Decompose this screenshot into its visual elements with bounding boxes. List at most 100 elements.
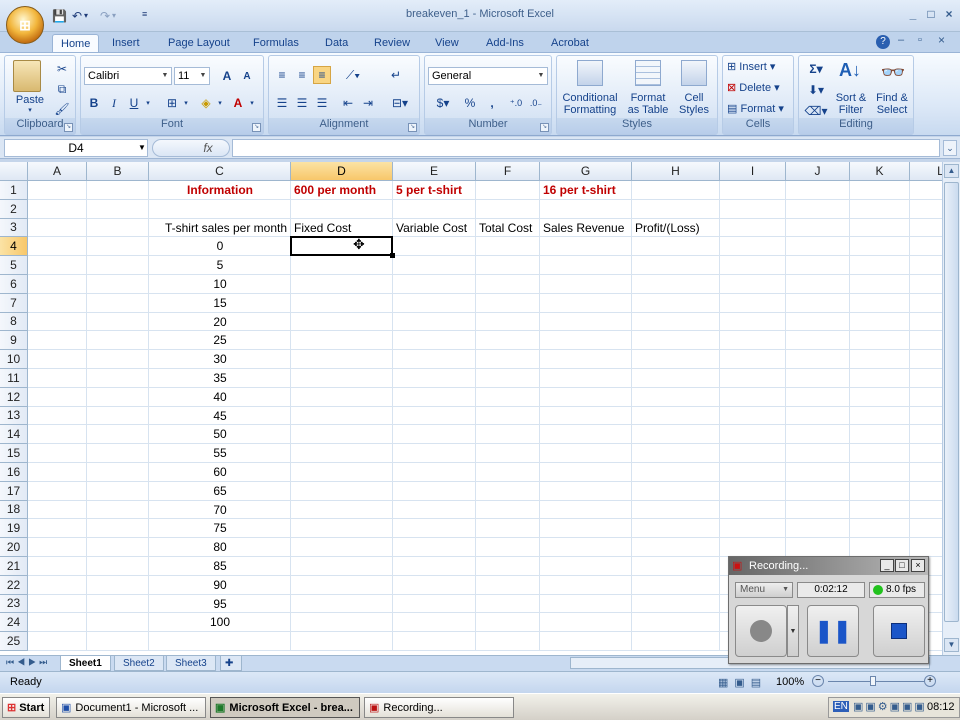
row-header-25[interactable]: 25	[0, 632, 28, 651]
tab-page-layout[interactable]: Page Layout	[160, 34, 238, 52]
row-header-14[interactable]: 14	[0, 425, 28, 445]
cell-c6[interactable]: 10	[149, 275, 291, 294]
row-header-9[interactable]: 9	[0, 331, 28, 351]
column-header-a[interactable]: A	[28, 162, 87, 181]
save-icon[interactable]: 💾	[52, 9, 68, 23]
column-header-e[interactable]: E	[393, 162, 476, 181]
align-middle-icon[interactable]: ≡	[293, 66, 311, 84]
paste-button[interactable]: Paste	[7, 94, 53, 106]
zoom-slider[interactable]	[828, 681, 924, 682]
autosum-button[interactable]: Σ ▾	[803, 60, 829, 78]
fill-handle[interactable]	[390, 253, 395, 259]
find-select-line1[interactable]: Find &	[871, 92, 913, 104]
row-header-17[interactable]: 17	[0, 481, 28, 501]
zoom-slider-thumb[interactable]	[870, 676, 876, 686]
insert-function-button[interactable]: fx	[152, 139, 230, 157]
cell-c21[interactable]: 85	[149, 557, 291, 576]
format-painter-icon[interactable]: 🖌	[53, 100, 71, 118]
cell-c19[interactable]: 75	[149, 519, 291, 538]
tab-home[interactable]: Home	[52, 34, 100, 52]
number-format-combo[interactable]: General ▼	[428, 67, 548, 85]
pause-button[interactable]: ❚❚	[807, 605, 859, 657]
sort-filter-icon[interactable]: A↓	[837, 60, 863, 88]
column-header-j[interactable]: J	[786, 162, 850, 181]
formula-input[interactable]	[232, 139, 940, 157]
orientation-icon[interactable]: ⟋▾	[339, 66, 367, 84]
help-icon[interactable]: ?	[876, 35, 890, 49]
row-header-21[interactable]: 21	[0, 557, 28, 576]
close-button[interactable]: ×	[942, 7, 956, 21]
fill-dropdown-icon[interactable]: ▾	[215, 94, 225, 112]
conditional-formatting-line1[interactable]: Conditional	[557, 92, 623, 104]
cell-c20[interactable]: 80	[149, 538, 291, 557]
row-header-8[interactable]: 8	[0, 312, 28, 332]
start-button[interactable]: ⊞ Start	[2, 697, 50, 718]
italic-button[interactable]: I	[105, 94, 123, 112]
cell-c8[interactable]: 20	[149, 313, 291, 332]
tab-review[interactable]: Review	[366, 34, 418, 52]
office-button[interactable]: ⊞	[6, 6, 44, 44]
borders-icon[interactable]: ⊞	[163, 94, 181, 112]
sheet-tab-3[interactable]: Sheet3	[166, 656, 216, 671]
cell-c17[interactable]: 65	[149, 482, 291, 501]
insert-cells-button[interactable]: ⊞ Insert ▾	[727, 60, 791, 73]
comma-button[interactable]: ,	[483, 94, 501, 112]
cell-c13[interactable]: 45	[149, 407, 291, 426]
currency-icon[interactable]: $▾	[429, 94, 457, 112]
format-as-table-line1[interactable]: Format	[623, 92, 673, 104]
zoom-level[interactable]: 100%	[776, 676, 804, 688]
minimize-button[interactable]: _	[906, 7, 920, 21]
format-cells-button[interactable]: ▤ Format ▾	[727, 102, 791, 115]
tab-insert[interactable]: Insert	[104, 34, 148, 52]
column-header-b[interactable]: B	[87, 162, 149, 181]
cell-d1[interactable]: 600 per month	[294, 181, 376, 200]
number-launcher-icon[interactable]: ↘	[540, 123, 549, 132]
cell-c22[interactable]: 90	[149, 576, 291, 595]
underline-dropdown-icon[interactable]: ▾	[143, 94, 153, 112]
font-color-dropdown-icon[interactable]: ▾	[247, 94, 257, 112]
binoculars-icon[interactable]: 👓	[879, 60, 907, 88]
delete-cells-button[interactable]: ⊠ Delete ▾	[727, 81, 791, 94]
cell-c15[interactable]: 55	[149, 444, 291, 463]
shrink-font-button[interactable]: A	[238, 67, 256, 85]
underline-button[interactable]: U	[125, 94, 143, 112]
grow-font-button[interactable]: A	[218, 67, 236, 85]
undo-dropdown-icon[interactable]: ▾	[84, 11, 100, 25]
name-box-dropdown-icon[interactable]: ▼	[138, 143, 146, 152]
workbook-minimize-button[interactable]: –	[898, 34, 904, 46]
row-header-23[interactable]: 23	[0, 594, 28, 614]
font-size-combo[interactable]: 11 ▼	[174, 67, 210, 85]
column-header-d[interactable]: D	[291, 162, 393, 181]
name-box[interactable]: D4	[4, 139, 148, 157]
scroll-down-icon[interactable]: ▼	[944, 638, 959, 652]
record-button[interactable]	[735, 605, 787, 657]
clipboard-launcher-icon[interactable]: ↘	[64, 123, 73, 132]
row-header-4[interactable]: 4	[0, 237, 28, 257]
align-left-icon[interactable]: ☰	[273, 94, 291, 112]
increase-indent-icon[interactable]: ⇥	[359, 94, 377, 112]
cell-c24[interactable]: 100	[149, 613, 291, 632]
workbook-restore-button[interactable]: ▫	[918, 34, 922, 46]
merge-center-icon[interactable]: ⊟▾	[387, 94, 413, 112]
taskbar-item-word[interactable]: ▣ Document1 - Microsoft ...	[56, 697, 206, 718]
conditional-formatting-line2[interactable]: Formatting	[557, 104, 623, 116]
column-header-h[interactable]: H	[632, 162, 720, 181]
column-header-f[interactable]: F	[476, 162, 540, 181]
cell-c11[interactable]: 35	[149, 369, 291, 388]
recorder-minimize-button[interactable]: _	[880, 559, 894, 572]
decrease-indent-icon[interactable]: ⇤	[339, 94, 357, 112]
select-all-button[interactable]	[0, 162, 28, 181]
cell-c3[interactable]: T-shirt sales per month	[149, 219, 291, 238]
recorder-close-button[interactable]: ×	[911, 559, 925, 572]
cell-e1[interactable]: 5 per t-shirt	[396, 181, 462, 200]
cell-c12[interactable]: 40	[149, 388, 291, 407]
row-header-20[interactable]: 20	[0, 538, 28, 557]
recorder-menu-dropdown[interactable]: Menu ▼	[735, 582, 793, 598]
borders-dropdown-icon[interactable]: ▾	[181, 94, 191, 112]
align-right-icon[interactable]: ☰	[313, 94, 331, 112]
row-header-3[interactable]: 3	[0, 218, 28, 238]
percent-button[interactable]: %	[461, 94, 479, 112]
cell-c18[interactable]: 70	[149, 501, 291, 520]
column-header-i[interactable]: I	[720, 162, 786, 181]
tab-formulas[interactable]: Formulas	[245, 34, 307, 52]
